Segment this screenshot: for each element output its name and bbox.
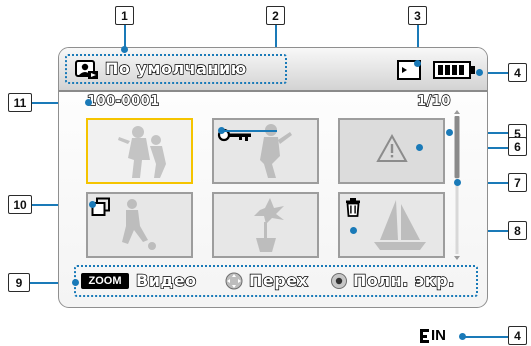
trash-icon	[345, 197, 361, 217]
callout-6: 6	[508, 137, 527, 156]
callout-4-bottom: 4	[508, 326, 527, 345]
leader-5-dot	[446, 129, 453, 136]
battery-icon	[433, 61, 477, 79]
thumbnail-4[interactable]	[86, 192, 193, 258]
people-figure	[118, 126, 166, 178]
page-counter: 1/10	[416, 93, 451, 109]
move-label: Перех	[248, 270, 309, 290]
leader-8-dot	[350, 227, 357, 234]
mode-title: По умолчанию	[104, 58, 247, 78]
callout-11: 11	[8, 93, 32, 112]
thumbnail-5[interactable]	[212, 192, 319, 258]
leader-4-bottom	[462, 336, 508, 338]
thumbnail-6[interactable]	[338, 192, 445, 258]
callout-10: 10	[8, 195, 32, 214]
ok-button-icon	[331, 273, 347, 289]
video-label: Видео	[135, 270, 197, 290]
leader-10-dot	[89, 201, 96, 208]
full-screen-label: Полн. экр.	[352, 270, 455, 290]
leader-7-dot	[454, 179, 461, 186]
leader-9-dot	[72, 279, 79, 286]
scroll-thumb	[454, 116, 460, 178]
thumbnail-1[interactable]	[86, 118, 193, 184]
callout-1: 1	[115, 6, 134, 25]
leader-3-dot	[414, 60, 421, 67]
plant-figure	[254, 198, 284, 252]
thumbnail-3[interactable]	[338, 118, 445, 184]
zoom-key-badge: ZOOM	[81, 273, 129, 289]
leader-1-dot	[121, 46, 128, 53]
leader-11-dot	[85, 99, 92, 106]
leader-6-dot	[416, 144, 423, 151]
callout-2: 2	[266, 6, 285, 25]
internal-memory-label: IN	[431, 327, 446, 344]
callout-8: 8	[508, 221, 527, 240]
lcd-screen: По умолчанию 100-0001 1/10 ZOOM Видео Пе…	[58, 47, 488, 308]
internal-memory-indicator: IN	[420, 326, 460, 346]
leader-2-foot	[222, 130, 277, 132]
title-bar: По умолчанию	[59, 48, 487, 92]
leader-4-dot	[476, 69, 483, 76]
callout-3: 3	[408, 6, 427, 25]
file-number: 100-0001	[86, 93, 160, 109]
leader-4b-dot	[459, 333, 466, 340]
callout-4: 4	[508, 63, 527, 82]
thumbnail-2[interactable]	[212, 118, 319, 184]
callout-9: 9	[8, 273, 30, 292]
leader-2-dot	[218, 127, 225, 134]
photo-mode-icon	[75, 60, 99, 80]
callout-7: 7	[508, 173, 527, 192]
warning-icon	[376, 133, 408, 164]
dpad-icon	[225, 272, 243, 290]
